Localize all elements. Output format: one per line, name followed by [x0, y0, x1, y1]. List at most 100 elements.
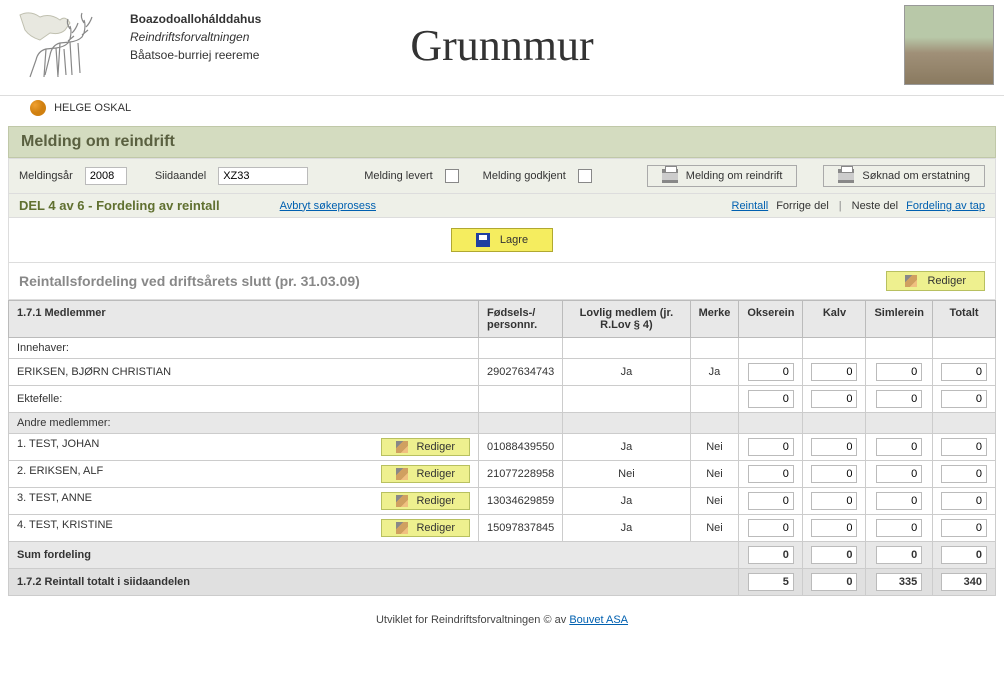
pencil-icon [396, 441, 408, 453]
innehaver-lovlig: Ja [563, 359, 690, 386]
col-merke: Merke [690, 301, 739, 338]
member-tot-input[interactable] [941, 438, 987, 456]
sum-okse: 0 [748, 546, 794, 564]
member-merke: Nei [690, 461, 739, 488]
member-lovlig: Ja [563, 434, 690, 461]
member-kalv-input[interactable] [811, 438, 857, 456]
member-name: 1. TEST, JOHANRediger [9, 434, 479, 461]
member-tot-input[interactable] [941, 492, 987, 510]
ektefelle-tot-input[interactable] [941, 390, 987, 408]
levert-checkbox[interactable] [445, 169, 459, 183]
year-input[interactable] [85, 167, 127, 185]
member-okse-input[interactable] [748, 438, 794, 456]
member-kalv-input[interactable] [811, 465, 857, 483]
ektefelle-okse-input[interactable] [748, 390, 794, 408]
pencil-icon [396, 468, 408, 480]
year-label: Meldingsår [19, 170, 73, 182]
printer-icon [838, 169, 854, 183]
col-simle: Simlerein [866, 301, 933, 338]
member-tot-input[interactable] [941, 465, 987, 483]
col-totalt: Totalt [933, 301, 996, 338]
innehaver-kalv-input[interactable] [811, 363, 857, 381]
abort-link[interactable]: Avbryt søkeprosess [280, 200, 376, 212]
member-simle-input[interactable] [876, 492, 922, 510]
godkjent-label: Melding godkjent [483, 170, 566, 182]
edit-member-button[interactable]: Rediger [381, 492, 470, 510]
member-simle-input[interactable] [876, 438, 922, 456]
total-simle: 335 [876, 573, 922, 591]
member-name: 3. TEST, ANNERediger [9, 488, 479, 515]
member-okse-input[interactable] [748, 492, 794, 510]
printer-icon [662, 169, 678, 183]
total-kalv: 0 [811, 573, 857, 591]
save-button[interactable]: Lagre [451, 228, 553, 252]
edit-member-button[interactable]: Rediger [381, 465, 470, 483]
print-melding-button[interactable]: Melding om reindrift [647, 165, 798, 187]
ektefelle-kalv-input[interactable] [811, 390, 857, 408]
col-lovlig: Lovlig medlem (jr. R.Lov § 4) [563, 301, 690, 338]
ektefelle-label: Ektefelle: [9, 386, 479, 413]
member-tot-input[interactable] [941, 519, 987, 537]
member-kalv-input[interactable] [811, 492, 857, 510]
edit-label: Rediger [416, 522, 455, 534]
innehaver-tot-input[interactable] [941, 363, 987, 381]
col-fodsel: Fødsels-/ personnr. [479, 301, 563, 338]
member-name: 4. TEST, KRISTINERediger [9, 515, 479, 542]
toolbar: Lagre [8, 218, 996, 263]
member-okse-input[interactable] [748, 465, 794, 483]
edit-member-button[interactable]: Rediger [381, 519, 470, 537]
godkjent-checkbox[interactable] [578, 169, 592, 183]
nav-part-title: DEL 4 av 6 - Fordeling av reintall [19, 198, 220, 213]
edit-header-button[interactable]: Rediger [886, 271, 985, 291]
member-fnr: 21077228958 [479, 461, 563, 488]
sum-label: Sum fordeling [9, 542, 739, 569]
edit-label: Rediger [416, 495, 455, 507]
org-name-2: Reindriftsforvaltningen [130, 28, 261, 46]
col-kalv: Kalv [803, 301, 866, 338]
fordeling-tap-link[interactable]: Fordeling av tap [906, 200, 985, 212]
header-photo [904, 5, 994, 85]
edit-member-button[interactable]: Rediger [381, 438, 470, 456]
org-name-3: Båatsoe-burriej reereme [130, 46, 261, 64]
print-melding-label: Melding om reindrift [686, 170, 783, 182]
sum-simle: 0 [876, 546, 922, 564]
innehaver-fnr: 29027634743 [479, 359, 563, 386]
subhead-title: Reintallsfordeling ved driftsårets slutt… [19, 273, 360, 289]
sum-tot: 0 [941, 546, 987, 564]
footer: Utviklet for Reindriftsforvaltningen © a… [0, 604, 1004, 636]
save-icon [476, 233, 490, 247]
ektefelle-simle-input[interactable] [876, 390, 922, 408]
levert-label: Melding levert [364, 170, 432, 182]
member-simle-input[interactable] [876, 519, 922, 537]
save-label: Lagre [500, 234, 528, 246]
edit-label: Rediger [416, 468, 455, 480]
member-okse-input[interactable] [748, 519, 794, 537]
reintall-link[interactable]: Reintall [732, 200, 769, 212]
user-icon [30, 100, 46, 116]
print-soknad-button[interactable]: Søknad om erstatning [823, 165, 985, 187]
col-medlemmer: 1.7.1 Medlemmer [9, 301, 479, 338]
next-link[interactable]: Neste del [852, 200, 898, 212]
footer-link[interactable]: Bouvet ASA [569, 614, 628, 626]
header: Boazodoallohálddahus Reindriftsforvaltni… [0, 0, 1004, 95]
pencil-icon [396, 495, 408, 507]
member-kalv-input[interactable] [811, 519, 857, 537]
user-bar: HELGE OSKAL [0, 95, 1004, 120]
user-name: HELGE OSKAL [54, 102, 131, 114]
sum-kalv: 0 [811, 546, 857, 564]
total-okse: 5 [748, 573, 794, 591]
org-name-1: Boazodoallohálddahus [130, 10, 261, 28]
total-label: 1.7.2 Reintall totalt i siidaandelen [9, 569, 739, 596]
innehaver-okse-input[interactable] [748, 363, 794, 381]
section-title: Melding om reindrift [8, 126, 996, 158]
prev-link[interactable]: Forrige del [776, 200, 829, 212]
nav-sep: | [839, 200, 842, 212]
member-merke: Nei [690, 488, 739, 515]
app-title: Grunnmur [410, 20, 593, 71]
siida-input[interactable] [218, 167, 308, 185]
filter-bar: Meldingsår Siidaandel Melding levert Mel… [8, 158, 996, 194]
pencil-icon [905, 275, 917, 287]
member-merke: Nei [690, 515, 739, 542]
member-simle-input[interactable] [876, 465, 922, 483]
innehaver-simle-input[interactable] [876, 363, 922, 381]
